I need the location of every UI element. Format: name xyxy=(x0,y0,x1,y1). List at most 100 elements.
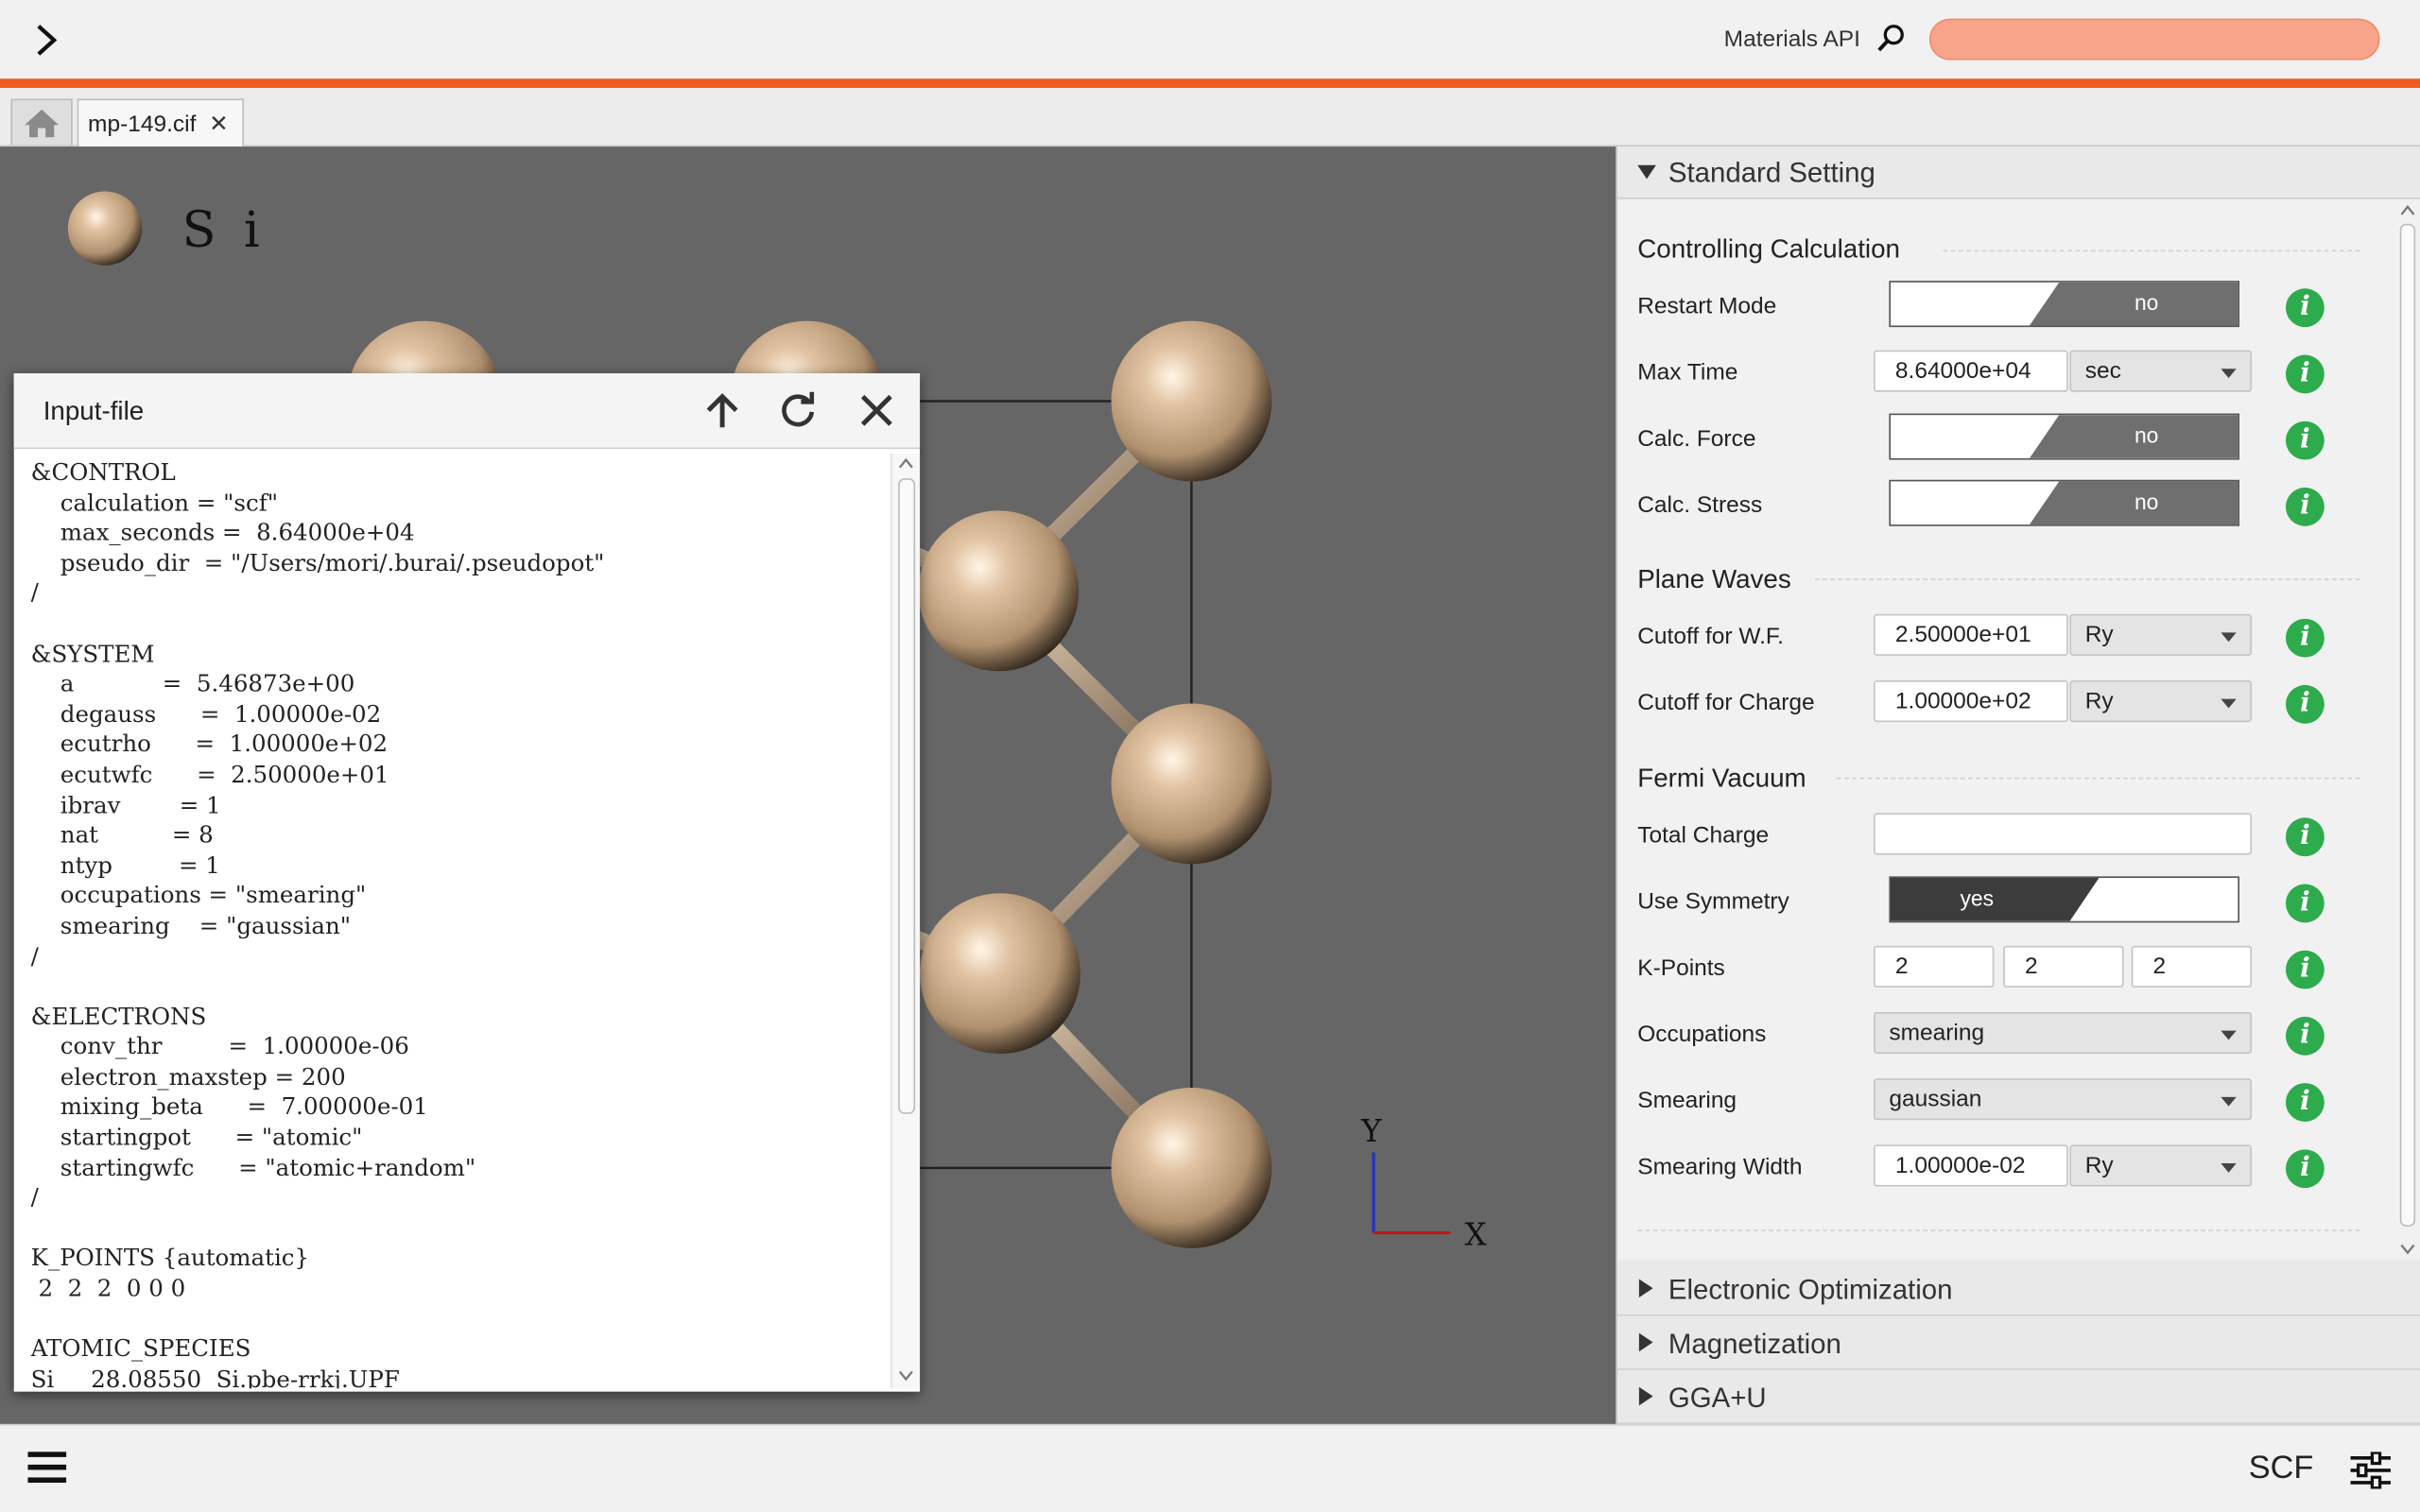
triangle-right-icon xyxy=(1638,1386,1653,1406)
info-icon[interactable]: i xyxy=(2285,487,2325,526)
section-title: GGA+U xyxy=(1668,1382,1767,1414)
cutoff-wf-unit-select[interactable]: Ry xyxy=(2069,613,2253,656)
divider xyxy=(1815,578,2360,580)
smearing-width-label: Smearing Width xyxy=(1637,1154,1803,1180)
total-charge-input[interactable] xyxy=(1874,813,2253,855)
group-controlling-calculation: Controlling Calculation xyxy=(1637,234,1900,265)
info-icon[interactable]: i xyxy=(2285,884,2325,923)
cutoff-charge-unit-select[interactable]: Ry xyxy=(2069,680,2253,723)
top-bar: Materials API xyxy=(0,0,2420,79)
max-time-input[interactable]: 8.64000e+04 xyxy=(1874,350,2068,392)
materials-api-label: Materials API xyxy=(1723,26,1860,53)
info-icon[interactable]: i xyxy=(2285,684,2325,724)
toggle-value: no xyxy=(2134,489,2159,514)
occupations-label: Occupations xyxy=(1637,1021,1767,1048)
total-charge-label: Total Charge xyxy=(1637,822,1770,849)
info-icon[interactable]: i xyxy=(2285,421,2325,460)
settings-scroll-thumb[interactable] xyxy=(2399,223,2416,1227)
tab-label: mp-149.cif xyxy=(88,111,197,138)
triangle-right-icon xyxy=(1638,1279,1653,1298)
caret-down-icon xyxy=(2221,1163,2237,1173)
tab-mp-149-cif[interactable]: mp-149.cif ✕ xyxy=(77,98,244,147)
triangle-right-icon xyxy=(1638,1332,1653,1352)
smearing-label: Smearing xyxy=(1637,1088,1737,1114)
settings-panel: Standard Setting Controlling Calculation… xyxy=(1616,146,2420,1424)
section-standard-setting[interactable]: Standard Setting xyxy=(1617,146,2420,199)
select-value: sec xyxy=(2084,357,2121,385)
section-electronic-optimization[interactable]: Electronic Optimization xyxy=(1617,1260,2420,1316)
toggle-value: no xyxy=(2134,422,2159,448)
hamburger-menu-icon[interactable] xyxy=(27,1451,67,1485)
home-tab[interactable] xyxy=(10,98,73,146)
smearing-select[interactable]: gaussian xyxy=(1874,1078,2253,1121)
chevron-right-icon[interactable] xyxy=(27,22,64,59)
input-file-text[interactable]: &CONTROL calculation = "scf" max_seconds… xyxy=(31,458,888,1388)
use-symmetry-label: Use Symmetry xyxy=(1637,888,1789,916)
standard-setting-body: Controlling Calculation Restart Mode no … xyxy=(1617,200,2420,1260)
smearing-width-input[interactable]: 1.00000e-02 xyxy=(1874,1144,2068,1187)
k-points-x-input[interactable]: 2 xyxy=(1874,945,1995,988)
caret-down-icon xyxy=(2221,1096,2237,1107)
section-gga-u[interactable]: GGA+U xyxy=(1617,1369,2420,1424)
bottom-bar: SCF xyxy=(0,1423,2420,1512)
accent-line xyxy=(0,78,2420,89)
calc-force-toggle[interactable]: no xyxy=(1889,413,2239,460)
legend-atom-icon xyxy=(67,191,143,266)
select-value: Ry xyxy=(2084,621,2114,648)
input-file-header: Input-file xyxy=(13,373,921,450)
section-magnetization[interactable]: Magnetization xyxy=(1617,1315,2420,1370)
cutoff-wf-input[interactable]: 2.50000e+01 xyxy=(1874,613,2068,656)
info-icon[interactable]: i xyxy=(2285,288,2325,328)
calc-stress-toggle[interactable]: no xyxy=(1889,479,2239,526)
element-legend-label: Si xyxy=(182,200,287,260)
restart-mode-label: Restart Mode xyxy=(1637,293,1777,319)
input-file-title: Input-file xyxy=(43,396,145,426)
materials-search-input[interactable] xyxy=(1928,18,2380,60)
restart-mode-toggle[interactable]: no xyxy=(1889,281,2239,328)
info-icon[interactable]: i xyxy=(2285,1083,2325,1122)
refresh-icon[interactable] xyxy=(778,390,818,430)
toggle-value: yes xyxy=(1960,885,1995,911)
k-points-label: K-Points xyxy=(1637,954,1725,982)
use-symmetry-toggle[interactable]: yes xyxy=(1889,876,2239,923)
occupations-select[interactable]: smearing xyxy=(1874,1012,2253,1055)
settings-sliders-icon[interactable] xyxy=(2349,1452,2393,1489)
settings-scrollbar[interactable] xyxy=(2394,200,2420,1259)
info-icon[interactable]: i xyxy=(2285,950,2325,989)
close-icon[interactable] xyxy=(856,390,896,430)
group-fermi-vacuum: Fermi Vacuum xyxy=(1637,764,1806,794)
scroll-down-icon[interactable] xyxy=(2400,1244,2415,1256)
cutoff-charge-label: Cutoff for Charge xyxy=(1637,689,1815,716)
max-time-unit-select[interactable]: sec xyxy=(2069,350,2253,392)
k-points-y-input[interactable]: 2 xyxy=(2003,945,2124,988)
caret-down-icon xyxy=(2221,632,2237,643)
search-icon[interactable] xyxy=(1876,23,1907,54)
tab-bar: mp-149.cif ✕ xyxy=(0,88,2420,147)
info-icon[interactable]: i xyxy=(2285,354,2325,394)
toggle-value: no xyxy=(2134,289,2159,316)
info-icon[interactable]: i xyxy=(2285,817,2325,857)
calc-force-label: Calc. Force xyxy=(1637,425,1756,453)
input-file-scroll-thumb[interactable] xyxy=(898,478,916,1114)
scroll-down-icon[interactable] xyxy=(898,1370,913,1383)
info-icon[interactable]: i xyxy=(2285,1016,2325,1056)
section-title: Magnetization xyxy=(1668,1328,1841,1360)
arrow-up-icon[interactable] xyxy=(702,390,742,430)
section-title: Standard Setting xyxy=(1668,157,1876,189)
info-icon[interactable]: i xyxy=(2285,618,2325,658)
caret-down-icon xyxy=(2221,369,2237,378)
section-title: Electronic Optimization xyxy=(1668,1274,1953,1306)
info-icon[interactable]: i xyxy=(2285,1149,2325,1189)
k-points-z-input[interactable]: 2 xyxy=(2131,945,2253,988)
input-file-scrollbar[interactable] xyxy=(890,454,921,1389)
scroll-up-icon[interactable] xyxy=(2400,204,2415,216)
cutoff-wf-label: Cutoff for W.F. xyxy=(1637,623,1784,650)
smearing-width-unit-select[interactable]: Ry xyxy=(2069,1144,2253,1187)
close-tab-icon[interactable]: ✕ xyxy=(209,110,229,138)
scroll-up-icon[interactable] xyxy=(898,456,913,469)
cutoff-charge-input[interactable]: 1.00000e+02 xyxy=(1874,680,2068,723)
input-file-panel: Input-file &CONTROL calculation = "scf" … xyxy=(13,373,921,1392)
divider xyxy=(1836,777,2360,780)
divider xyxy=(1943,249,2360,252)
calculation-type-label: SCF xyxy=(2248,1450,2314,1486)
